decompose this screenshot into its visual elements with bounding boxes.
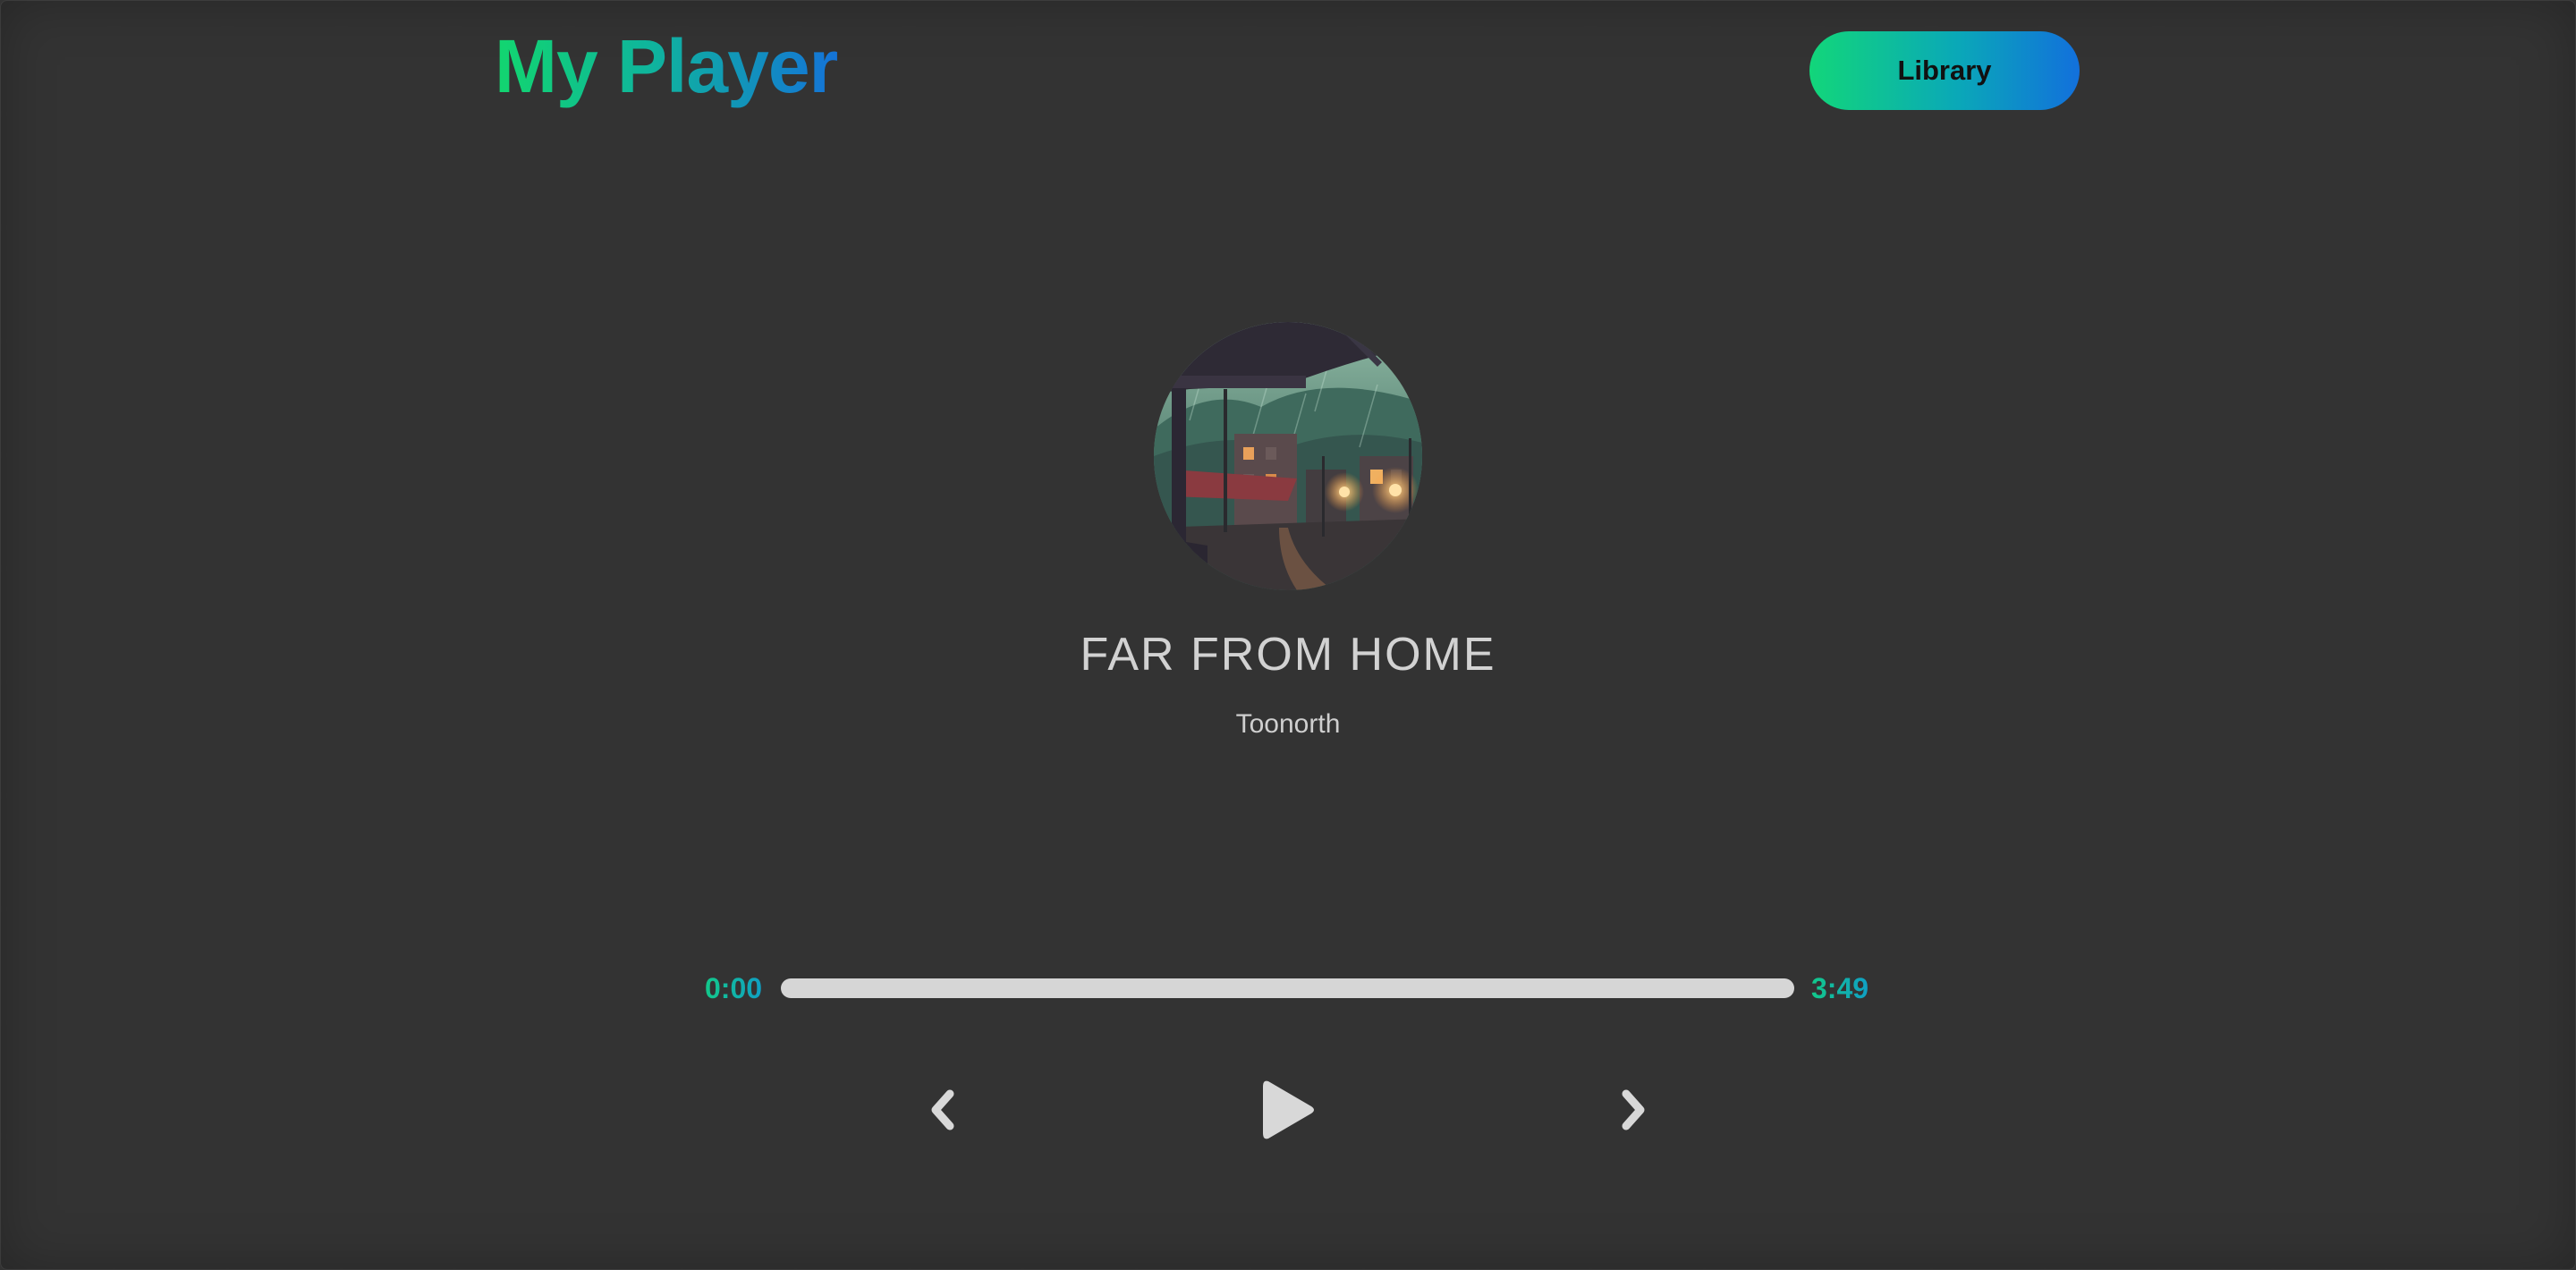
progress-bar[interactable] — [781, 978, 1794, 998]
album-cover-image — [1154, 322, 1422, 590]
song-artist: Toonorth — [1235, 709, 1341, 739]
previous-button[interactable] — [923, 1085, 962, 1135]
next-button[interactable] — [1614, 1085, 1653, 1135]
chevron-left-icon — [931, 1089, 954, 1130]
chevron-right-icon — [1622, 1089, 1645, 1130]
play-icon — [1263, 1080, 1314, 1139]
library-button[interactable]: Library — [1809, 31, 2080, 110]
album-cover — [1154, 322, 1422, 590]
total-time: 3:49 — [1811, 972, 1869, 1004]
app-logo: My Player — [495, 21, 838, 111]
current-time: 0:00 — [705, 972, 763, 1004]
song-title: FAR FROM HOME — [1080, 629, 1496, 681]
play-button[interactable] — [1259, 1076, 1317, 1144]
